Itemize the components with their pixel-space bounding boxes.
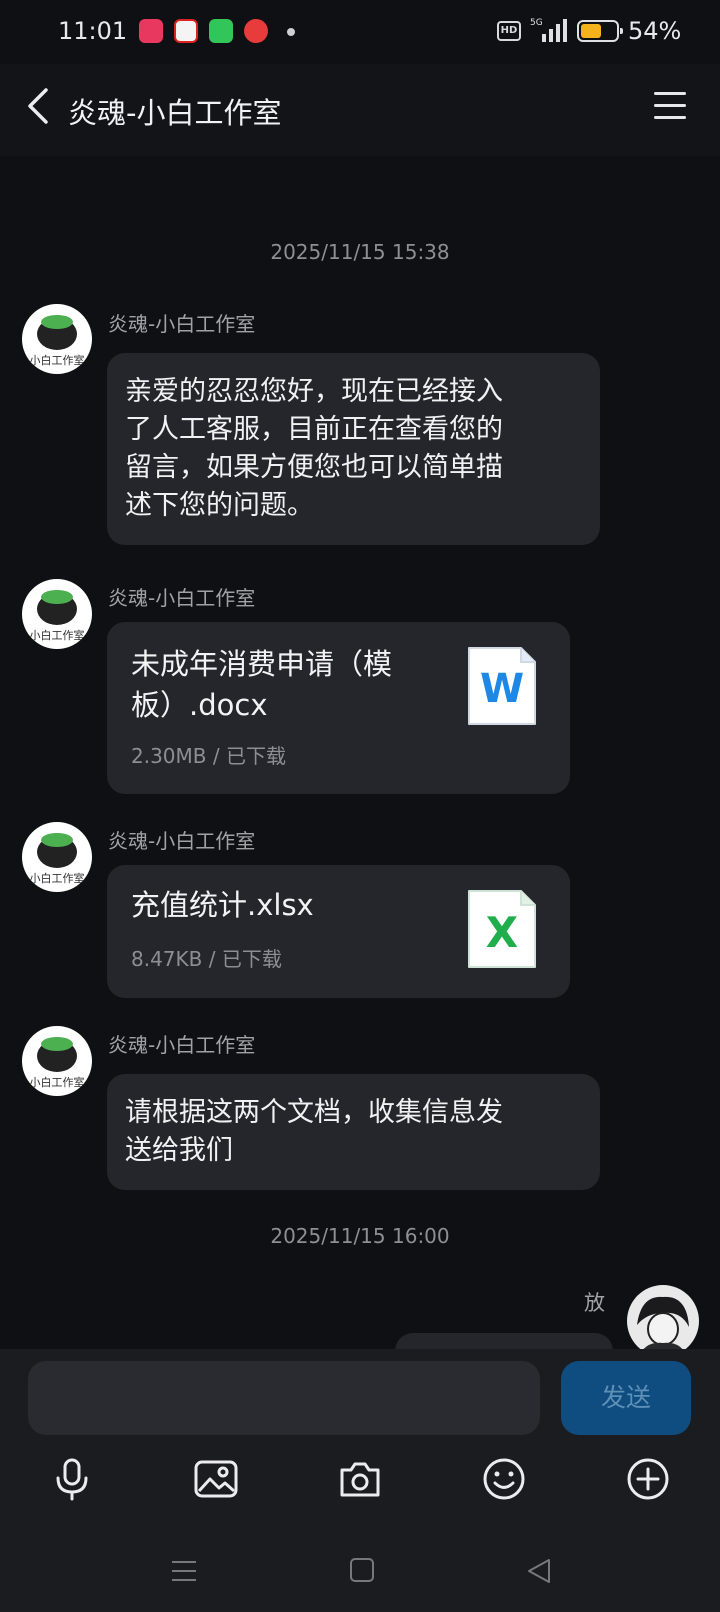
- network-type: 5G: [530, 18, 543, 28]
- send-button[interactable]: 发送: [561, 1361, 691, 1435]
- sender-name: 炎魂-小白工作室: [108, 312, 256, 336]
- music-notification-icon: [244, 19, 268, 43]
- app-notification-icon: [139, 19, 163, 43]
- more-notifications-dot: [287, 28, 295, 36]
- message-bubble[interactable]: 亲爱的忍忍您好，现在已经接入 了人工客服，目前正在查看您的 留言，如果方便您也可…: [107, 353, 600, 545]
- file-name-line: 未成年消费申请（模: [131, 647, 393, 681]
- contact-avatar[interactable]: 小白工作室: [22, 822, 92, 892]
- chat-header: 炎魂-小白工作室: [0, 64, 720, 156]
- message-text-line: 了人工客服，目前正在查看您的: [125, 414, 503, 445]
- camera-icon[interactable]: [336, 1455, 384, 1503]
- file-name-line: 板）.docx: [131, 688, 268, 722]
- svg-text:小白工作室: 小白工作室: [30, 353, 85, 367]
- image-icon[interactable]: [192, 1455, 240, 1503]
- status-bar: 11:01 HD 5G 54%: [0, 0, 720, 64]
- file-name: 充值统计.xlsx: [131, 885, 431, 926]
- file-card-docx[interactable]: 未成年消费申请（模 板）.docx 2.30MB / 已下载 W: [107, 622, 570, 794]
- contact-avatar[interactable]: 小白工作室: [22, 304, 92, 374]
- status-time: 11:01: [58, 17, 128, 45]
- file-meta: 8.47KB / 已下载: [131, 947, 282, 971]
- home-icon[interactable]: [349, 1557, 375, 1583]
- message-notification-icon: [209, 19, 233, 43]
- battery-icon: [577, 20, 623, 42]
- file-card-xlsx[interactable]: 充值统计.xlsx 8.47KB / 已下载 X: [107, 865, 570, 998]
- back-arrow-icon[interactable]: [22, 86, 56, 126]
- file-icon-letter: X: [486, 908, 518, 957]
- file-name-line: 充值统计.xlsx: [131, 888, 314, 922]
- self-name: 放: [584, 1291, 605, 1315]
- message-text-line: 述下您的问题。: [125, 490, 314, 521]
- emoji-icon[interactable]: [480, 1455, 528, 1503]
- menu-icon[interactable]: [654, 92, 686, 120]
- file-meta: 2.30MB / 已下载: [131, 744, 286, 768]
- sender-name: 炎魂-小白工作室: [108, 586, 256, 610]
- message-text-line: 留言，如果方便您也可以简单描: [125, 452, 503, 483]
- sender-name: 炎魂-小白工作室: [108, 1033, 256, 1057]
- message-timestamp: 2025/11/15 16:00: [270, 1224, 450, 1248]
- battery-percentage: 54%: [628, 17, 682, 45]
- svg-text:小白工作室: 小白工作室: [30, 871, 85, 885]
- back-nav-icon[interactable]: [525, 1557, 553, 1585]
- message-bubble[interactable]: 请根据这两个文档，收集信息发 送给我们: [107, 1074, 600, 1190]
- chat-title: 炎魂-小白工作室: [68, 96, 282, 130]
- contact-avatar[interactable]: 小白工作室: [22, 579, 92, 649]
- sender-name: 炎魂-小白工作室: [108, 829, 256, 853]
- self-avatar[interactable]: [627, 1285, 699, 1357]
- message-text-line: 送给我们: [125, 1135, 233, 1166]
- recents-icon[interactable]: [170, 1557, 198, 1585]
- excel-file-icon: X: [468, 890, 536, 968]
- message-timestamp: 2025/11/15 15:38: [270, 240, 450, 264]
- svg-text:小白工作室: 小白工作室: [30, 1075, 85, 1089]
- file-icon-letter: W: [480, 666, 524, 712]
- message-text-line: 亲爱的忍忍您好，现在已经接入: [125, 376, 503, 407]
- plus-icon[interactable]: [624, 1455, 672, 1503]
- signal-icon: 5G: [530, 18, 567, 42]
- hd-icon: HD: [497, 21, 521, 41]
- svg-text:小白工作室: 小白工作室: [30, 628, 85, 642]
- contact-avatar[interactable]: 小白工作室: [22, 1026, 92, 1096]
- word-file-icon: W: [468, 647, 536, 725]
- message-input[interactable]: [28, 1361, 540, 1435]
- oppo-notification-icon: [174, 19, 198, 43]
- microphone-icon[interactable]: [48, 1455, 96, 1503]
- file-name: 未成年消费申请（模 板）.docx: [131, 644, 431, 726]
- message-text-line: 请根据这两个文档，收集信息发: [125, 1097, 503, 1128]
